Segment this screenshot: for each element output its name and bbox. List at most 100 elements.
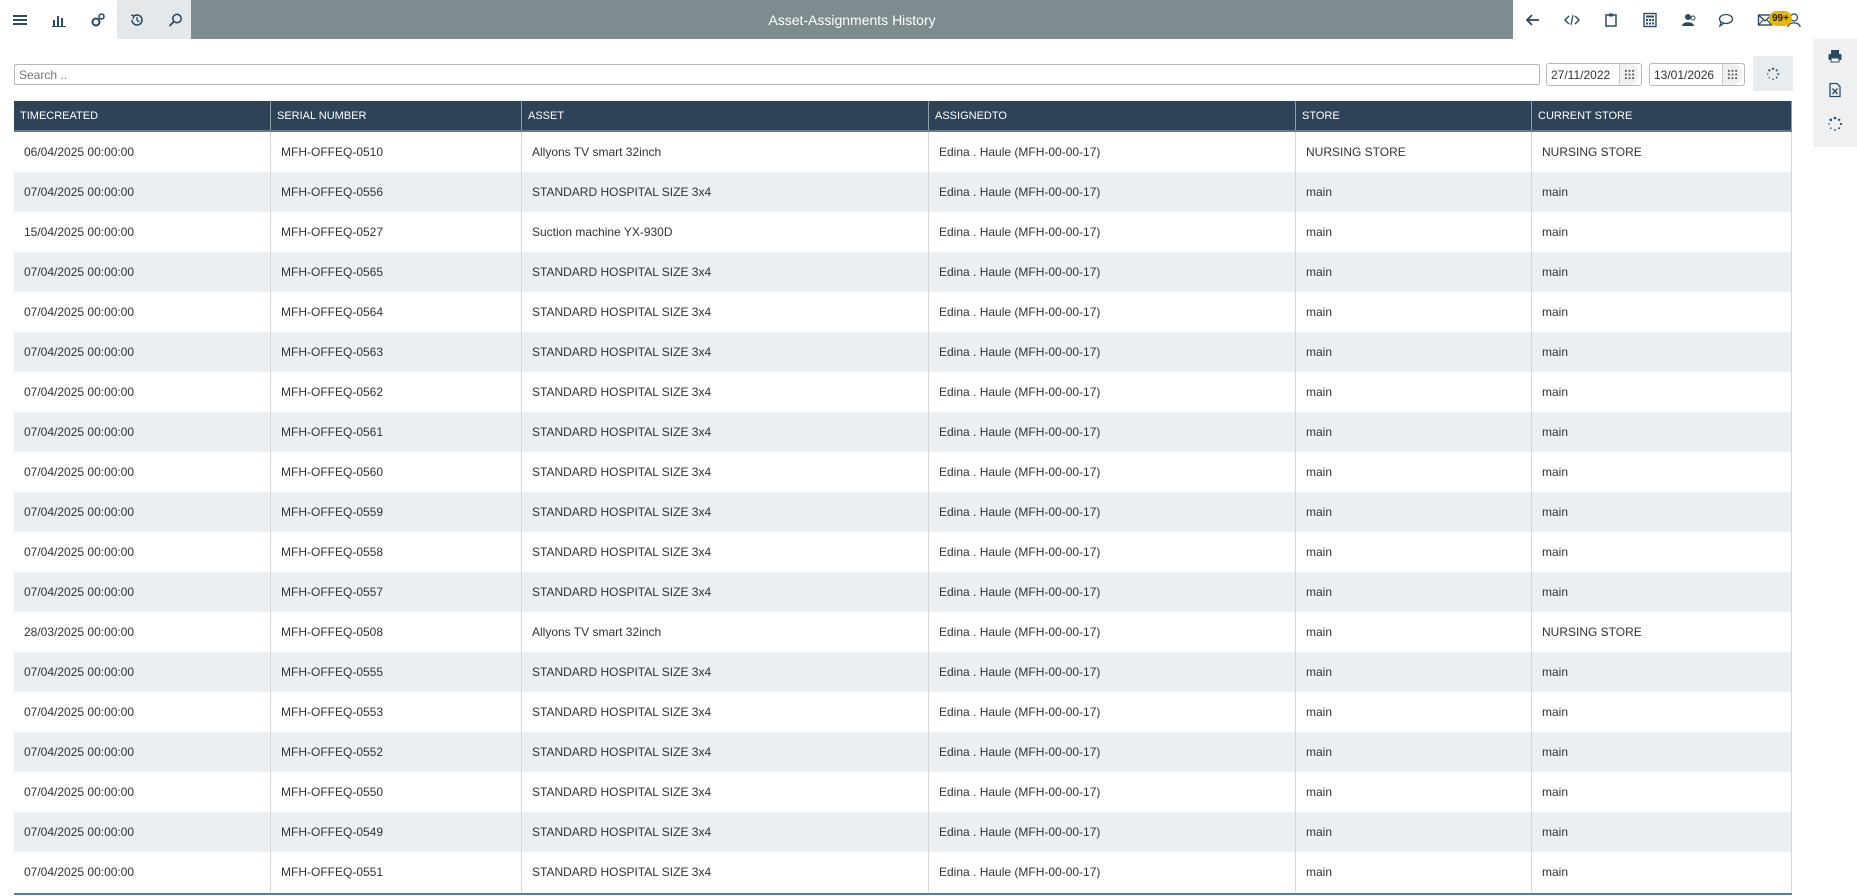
date-from-value[interactable]: 27/11/2022 xyxy=(1547,68,1619,82)
col-assignedto-cell: Edina . Haule (MFH-00-00-17) xyxy=(929,452,1296,492)
table-row[interactable]: 28/03/2025 00:00:00 MFH-OFFEQ-0508 Allyons… xyxy=(14,612,1792,652)
history-icon[interactable] xyxy=(117,0,156,39)
calendar-icon[interactable] xyxy=(1619,64,1639,85)
col-timecreated-cell: 07/04/2025 00:00:00 xyxy=(14,652,271,692)
col-current-store-cell: main xyxy=(1532,172,1792,212)
table-row[interactable]: 07/04/2025 00:00:00 MFH-OFFEQ-0565 STANDAR… xyxy=(14,252,1792,292)
col-current-store-cell: main xyxy=(1532,452,1792,492)
back-arrow-icon[interactable] xyxy=(1513,0,1552,39)
col-timecreated-cell: 07/04/2025 00:00:00 xyxy=(14,172,271,212)
col-assignedto-cell: Edina . Haule (MFH-00-00-17) xyxy=(929,532,1296,572)
col-asset-cell: STANDARD HOSPITAL SIZE 3x4 xyxy=(522,412,929,452)
col-serial-number-cell: MFH-OFFEQ-0510 xyxy=(271,132,522,172)
col-store-cell: NURSING STORE xyxy=(1296,132,1532,172)
col-timecreated-cell: 07/04/2025 00:00:00 xyxy=(14,732,271,772)
col-current-store-cell: main xyxy=(1532,212,1792,252)
col-timecreated-header[interactable]: TIMECREATED xyxy=(14,101,271,130)
col-current-store-cell: main xyxy=(1532,292,1792,332)
table-row[interactable]: 15/04/2025 00:00:00 MFH-OFFEQ-0527 Suction… xyxy=(14,212,1792,252)
menu-icon[interactable] xyxy=(0,0,39,39)
col-timecreated-cell: 07/04/2025 00:00:00 xyxy=(14,812,271,852)
col-assignedto-cell: Edina . Haule (MFH-00-00-17) xyxy=(929,852,1296,892)
mail-icon[interactable]: 99+ xyxy=(1745,0,1792,39)
col-current-store-cell: main xyxy=(1532,692,1792,732)
col-asset-cell: STANDARD HOSPITAL SIZE 3x4 xyxy=(522,452,929,492)
users-icon[interactable] xyxy=(1669,0,1708,39)
col-store-cell: main xyxy=(1296,252,1532,292)
table-row[interactable]: 07/04/2025 00:00:00 MFH-OFFEQ-0551 STANDAR… xyxy=(14,852,1792,892)
refresh-button[interactable] xyxy=(1753,56,1793,91)
table-row[interactable]: 06/04/2025 00:00:00 MFH-OFFEQ-0510 Allyons… xyxy=(14,132,1792,172)
col-store-header[interactable]: STORE xyxy=(1296,101,1532,130)
col-assignedto-cell: Edina . Haule (MFH-00-00-17) xyxy=(929,292,1296,332)
col-assignedto-cell: Edina . Haule (MFH-00-00-17) xyxy=(929,492,1296,532)
right-toolbar-group xyxy=(1513,0,1708,39)
table-row[interactable]: 07/04/2025 00:00:00 MFH-OFFEQ-0549 STANDAR… xyxy=(14,812,1792,852)
table-row[interactable]: 07/04/2025 00:00:00 MFH-OFFEQ-0559 STANDAR… xyxy=(14,492,1792,532)
col-serial-number-cell: MFH-OFFEQ-0560 xyxy=(271,452,522,492)
col-timecreated-cell: 07/04/2025 00:00:00 xyxy=(14,492,271,532)
col-serial-number-cell: MFH-OFFEQ-0562 xyxy=(271,372,522,412)
col-timecreated-cell: 07/04/2025 00:00:00 xyxy=(14,452,271,492)
col-asset-cell: STANDARD HOSPITAL SIZE 3x4 xyxy=(522,572,929,612)
col-asset-cell: STANDARD HOSPITAL SIZE 3x4 xyxy=(522,732,929,772)
table-row[interactable]: 07/04/2025 00:00:00 MFH-OFFEQ-0564 STANDAR… xyxy=(14,292,1792,332)
col-timecreated-cell: 07/04/2025 00:00:00 xyxy=(14,372,271,412)
chat-icon[interactable] xyxy=(1706,0,1745,39)
table-row[interactable]: 07/04/2025 00:00:00 MFH-OFFEQ-0550 STANDAR… xyxy=(14,772,1792,812)
excel-export-icon[interactable] xyxy=(1813,73,1857,107)
col-assignedto-cell: Edina . Haule (MFH-00-00-17) xyxy=(929,732,1296,772)
col-current-store-cell: main xyxy=(1532,652,1792,692)
col-assignedto-header[interactable]: ASSIGNEDTO xyxy=(929,101,1296,130)
table-row[interactable]: 07/04/2025 00:00:00 MFH-OFFEQ-0553 STANDAR… xyxy=(14,692,1792,732)
loading-spinner-icon[interactable] xyxy=(1813,107,1857,141)
col-timecreated-cell: 07/04/2025 00:00:00 xyxy=(14,852,271,892)
col-current-store-header[interactable]: CURRENT STORE xyxy=(1532,101,1792,130)
search-input[interactable] xyxy=(14,64,1540,85)
table-row[interactable]: 07/04/2025 00:00:00 MFH-OFFEQ-0563 STANDAR… xyxy=(14,332,1792,372)
col-current-store-cell: main xyxy=(1532,332,1792,372)
col-asset-header[interactable]: ASSET xyxy=(522,101,929,130)
calendar-icon[interactable] xyxy=(1722,64,1742,85)
col-store-cell: main xyxy=(1296,732,1532,772)
table-row[interactable]: 07/04/2025 00:00:00 MFH-OFFEQ-0558 STANDAR… xyxy=(14,532,1792,572)
col-assignedto-cell: Edina . Haule (MFH-00-00-17) xyxy=(929,772,1296,812)
col-serial-number-header[interactable]: SERIAL NUMBER xyxy=(271,101,522,130)
clipboard-icon[interactable] xyxy=(1591,0,1630,39)
bar-chart-icon[interactable] xyxy=(39,0,78,39)
table-row[interactable]: 07/04/2025 00:00:00 MFH-OFFEQ-0560 STANDAR… xyxy=(14,452,1792,492)
col-store-cell: main xyxy=(1296,332,1532,372)
side-tool-column xyxy=(1813,39,1857,147)
col-asset-cell: Allyons TV smart 32inch xyxy=(522,132,929,172)
table-row[interactable]: 07/04/2025 00:00:00 MFH-OFFEQ-0557 STANDAR… xyxy=(14,572,1792,612)
col-serial-number-cell: MFH-OFFEQ-0553 xyxy=(271,692,522,732)
col-current-store-cell: main xyxy=(1532,532,1792,572)
table-row[interactable]: 07/04/2025 00:00:00 MFH-OFFEQ-0555 STANDAR… xyxy=(14,652,1792,692)
table-row[interactable]: 07/04/2025 00:00:00 MFH-OFFEQ-0561 STANDAR… xyxy=(14,412,1792,452)
col-asset-cell: STANDARD HOSPITAL SIZE 3x4 xyxy=(522,692,929,732)
code-icon[interactable] xyxy=(1552,0,1591,39)
print-icon[interactable] xyxy=(1813,39,1857,73)
col-serial-number-cell: MFH-OFFEQ-0508 xyxy=(271,612,522,652)
notification-badge: 99+ xyxy=(1769,11,1792,26)
col-store-cell: main xyxy=(1296,292,1532,332)
settings-gears-icon[interactable] xyxy=(78,0,117,39)
table-row[interactable]: 07/04/2025 00:00:00 MFH-OFFEQ-0556 STANDAR… xyxy=(14,172,1792,212)
date-to-picker[interactable]: 13/01/2026 xyxy=(1649,63,1745,86)
col-asset-cell: Suction machine YX-930D xyxy=(522,212,929,252)
col-store-cell: main xyxy=(1296,412,1532,452)
col-serial-number-cell: MFH-OFFEQ-0550 xyxy=(271,772,522,812)
col-serial-number-cell: MFH-OFFEQ-0558 xyxy=(271,532,522,572)
search-icon[interactable] xyxy=(156,0,195,39)
col-current-store-cell: main xyxy=(1532,492,1792,532)
col-asset-cell: STANDARD HOSPITAL SIZE 3x4 xyxy=(522,812,929,852)
date-from-picker[interactable]: 27/11/2022 xyxy=(1546,63,1642,86)
col-assignedto-cell: Edina . Haule (MFH-00-00-17) xyxy=(929,652,1296,692)
col-store-cell: main xyxy=(1296,852,1532,892)
table-row[interactable]: 07/04/2025 00:00:00 MFH-OFFEQ-0552 STANDAR… xyxy=(14,732,1792,772)
date-to-value[interactable]: 13/01/2026 xyxy=(1650,68,1722,82)
calculator-icon[interactable] xyxy=(1630,0,1669,39)
table-row[interactable]: 07/04/2025 00:00:00 MFH-OFFEQ-0562 STANDAR… xyxy=(14,372,1792,412)
col-asset-cell: STANDARD HOSPITAL SIZE 3x4 xyxy=(522,492,929,532)
col-store-cell: main xyxy=(1296,172,1532,212)
